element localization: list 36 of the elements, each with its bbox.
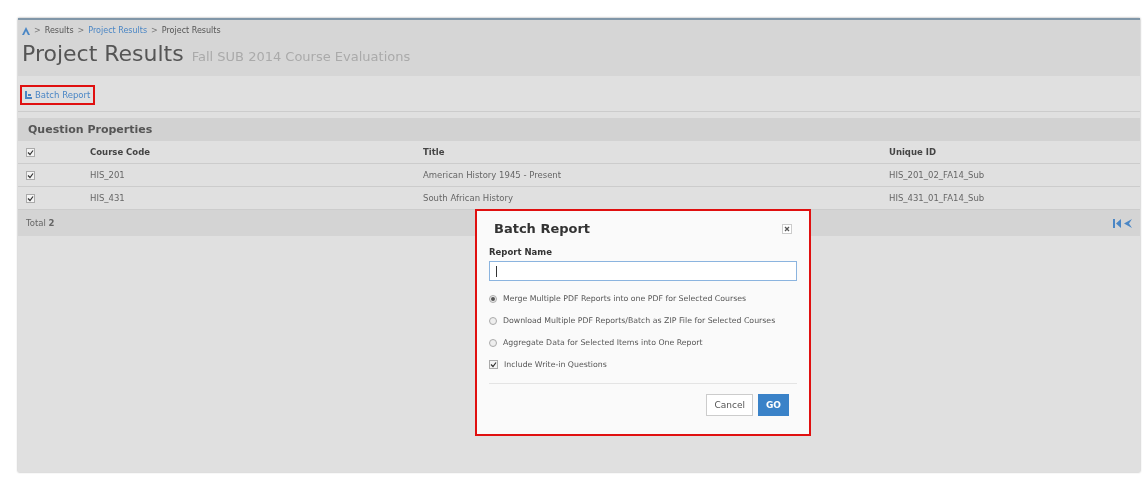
report-icon	[25, 91, 32, 99]
field-label: Report Name	[489, 247, 553, 257]
column-header: Course Code	[90, 147, 151, 157]
batch-report-link[interactable]: Batch Report	[20, 85, 96, 105]
table-cell: HIS_201	[90, 170, 125, 180]
go-button[interactable]: GO	[757, 394, 789, 416]
breadcrumb-item: Project Results	[161, 26, 221, 35]
page-title: Project Results	[22, 41, 184, 66]
first-page-icon[interactable]	[1113, 218, 1121, 228]
radio-button[interactable]	[489, 338, 497, 347]
breadcrumb-separator: >	[34, 26, 41, 35]
table-cell: South African History	[423, 193, 513, 203]
table-cell: American History 1945 - Present	[423, 170, 562, 180]
previous-page-icon[interactable]	[1124, 218, 1132, 228]
row-checkbox[interactable]	[26, 171, 35, 180]
breadcrumb-item: Results	[44, 26, 74, 35]
report-name-field[interactable]	[489, 261, 797, 281]
table-cell: HIS_431	[90, 193, 125, 203]
cancel-button[interactable]: Cancel	[706, 394, 753, 416]
table-cell: HIS_431_01_FA14_Sub	[889, 193, 985, 203]
table-cell: HIS_201_02_FA14_Sub	[889, 170, 985, 180]
breadcrumb-link[interactable]: Project Results	[88, 26, 148, 35]
section-header: Question Properties	[18, 118, 1140, 141]
checkbox[interactable]	[489, 360, 498, 369]
breadcrumb-separator: >	[77, 26, 85, 35]
breadcrumb-separator: >	[151, 26, 158, 35]
close-button[interactable]	[782, 223, 792, 234]
radio-button[interactable]	[489, 316, 497, 325]
total-count: Total 2	[26, 218, 55, 228]
row-checkbox[interactable]	[26, 194, 35, 203]
home-icon[interactable]	[22, 26, 30, 35]
column-header: Unique ID	[889, 147, 936, 157]
dialog-title: Batch Report	[494, 221, 591, 236]
radio-button[interactable]	[489, 294, 497, 303]
select-all-checkbox[interactable]	[26, 148, 35, 157]
column-header: Title	[423, 147, 445, 157]
